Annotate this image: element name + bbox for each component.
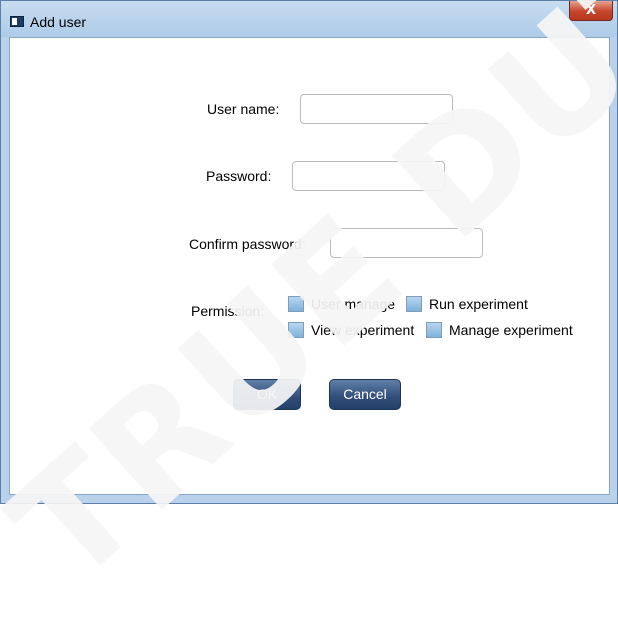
confirm-password-label: Confirm password: (189, 236, 306, 252)
manage-experiment-checkbox[interactable] (426, 322, 442, 338)
confirm-password-input[interactable] (330, 228, 483, 258)
username-input[interactable] (300, 94, 453, 124)
view-experiment-checkbox[interactable] (288, 322, 304, 338)
cancel-button[interactable]: Cancel (329, 379, 401, 410)
close-icon: X (585, 3, 597, 18)
password-label: Password: (206, 168, 272, 184)
permission-label: Permission: (191, 303, 265, 319)
add-user-dialog: Add user X User name: Password: Confirm … (0, 0, 618, 617)
user-manage-checkbox[interactable] (288, 296, 304, 312)
ok-button[interactable]: OK (233, 379, 301, 410)
dialog-body: User name: Password: Confirm password: P… (9, 37, 610, 495)
manage-experiment-label[interactable]: Manage experiment (449, 322, 573, 338)
run-experiment-label[interactable]: Run experiment (429, 296, 528, 312)
run-experiment-checkbox[interactable] (406, 296, 422, 312)
password-input[interactable] (292, 161, 445, 191)
view-experiment-label[interactable]: View experiment (311, 322, 414, 338)
close-button[interactable]: X (569, 1, 613, 21)
title-bar[interactable]: Add user X (1, 1, 617, 37)
user-manage-label[interactable]: User manage (311, 296, 395, 312)
username-label: User name: (207, 101, 280, 117)
window-title: Add user (30, 14, 87, 30)
window-icon (10, 16, 24, 27)
